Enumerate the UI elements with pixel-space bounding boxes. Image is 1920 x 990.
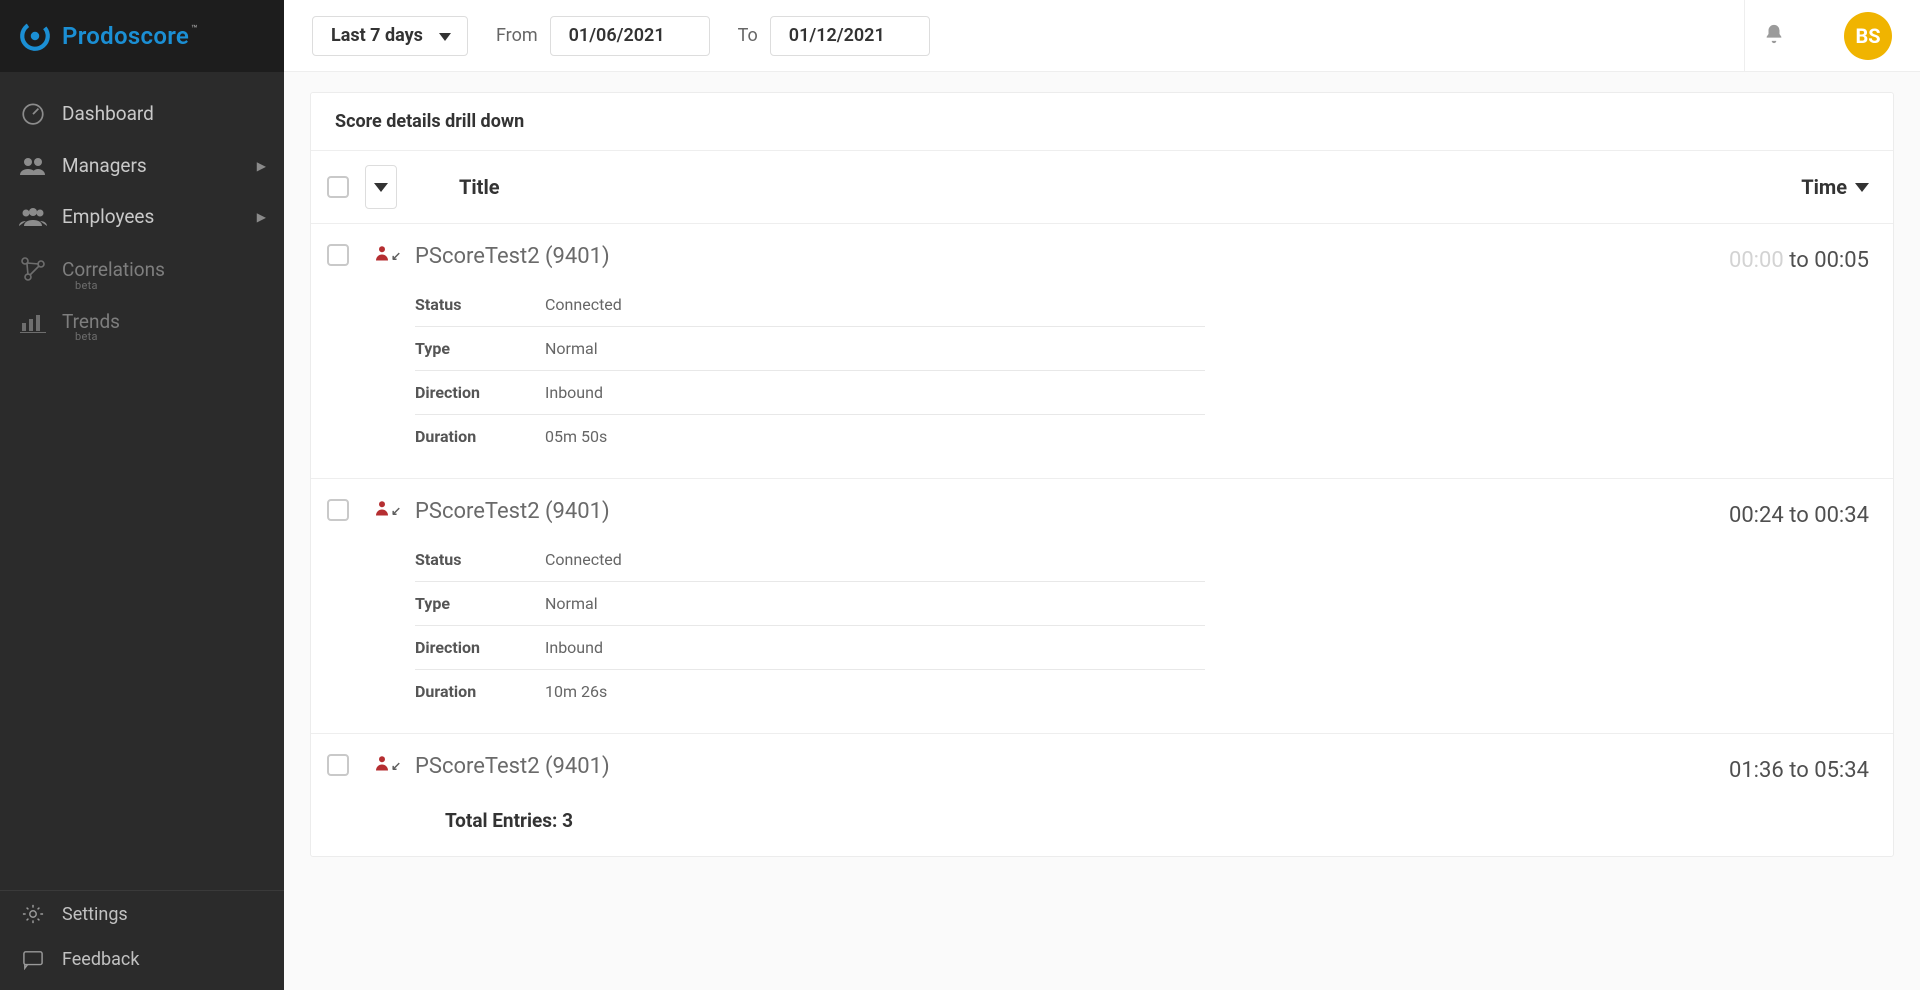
label-type: Type [415,594,545,613]
value-status: Connected [545,550,622,569]
topbar: Last 7 days From 01/06/2021 To 01/12/202… [284,0,1920,72]
chevron-right-icon: ▶ [257,159,266,173]
col-title: Title [459,175,500,199]
user-avatar[interactable]: BS [1844,12,1892,60]
date-range-label: Last 7 days [331,25,423,46]
row-title[interactable]: PScoreTest2 (9401) [415,754,1713,779]
sidebar-item-feedback[interactable]: Feedback [0,937,284,982]
date-to-input[interactable]: 01/12/2021 [770,16,930,56]
sidebar-nav: Dashboard Managers ▶ Employees ▶ Correla… [0,72,284,890]
panel-title: Score details drill down [311,93,1893,151]
sort-desc-icon [1855,183,1869,192]
call-inbound-icon: ↙ [365,499,399,517]
sidebar-item-correlations[interactable]: Correlations beta [0,242,284,296]
gear-icon [18,903,48,925]
value-status: Connected [545,295,622,314]
sidebar-item-managers[interactable]: Managers ▶ [0,140,284,191]
date-range-select[interactable]: Last 7 days [312,16,468,56]
value-direction: Inbound [545,383,603,402]
value-type: Normal [545,594,598,613]
row-details: StatusConnected TypeNormal DirectionInbo… [415,283,1205,458]
sidebar-item-employees[interactable]: Employees ▶ [0,191,284,242]
row-main: PScoreTest2 (9401) StatusConnected TypeN… [415,499,1713,733]
sidebar-bottom: Settings Feedback [0,890,284,990]
avatar-initials: BS [1855,24,1880,48]
chat-icon [18,950,48,970]
from-label: From [496,25,538,46]
sidebar-item-trends[interactable]: Trends beta [0,296,284,347]
table-row: ↙ PScoreTest2 (9401) 01:36 to 05:34 [311,734,1893,797]
label-type: Type [415,339,545,358]
caret-down-icon [374,183,388,192]
call-inbound-icon: ↙ [365,244,399,262]
brand-bar: Prodoscore™ [0,0,284,72]
label-status: Status [415,295,545,314]
beta-badge: beta [75,330,98,343]
row-time: 01:36 to 05:34 [1729,754,1869,783]
select-all-checkbox[interactable] [327,176,349,198]
value-type: Normal [545,339,598,358]
date-from-group: From 01/06/2021 [496,16,710,56]
people-icon [18,155,48,177]
label-duration: Duration [415,682,545,701]
total-entries: Total Entries: 3 [311,797,1893,856]
people-group-icon [18,206,48,228]
date-to-group: To 01/12/2021 [738,16,930,56]
sidebar-item-label: Employees [62,205,154,228]
label-status: Status [415,550,545,569]
table-row: ↙ PScoreTest2 (9401) StatusConnected Typ… [311,479,1893,734]
row-title[interactable]: PScoreTest2 (9401) [415,244,1713,269]
sidebar-item-settings[interactable]: Settings [0,891,284,937]
bell-icon [1763,23,1785,49]
brand-name: Prodoscore™ [62,22,198,50]
row-time: 00:00 to 00:05 [1729,244,1869,273]
table-head: Title Time [311,151,1893,224]
row-main: PScoreTest2 (9401) [415,754,1713,797]
sidebar-item-dashboard[interactable]: Dashboard [0,86,284,140]
label-direction: Direction [415,638,545,657]
row-title[interactable]: PScoreTest2 (9401) [415,499,1713,524]
sidebar: Prodoscore™ Dashboard Managers ▶ Employe… [0,0,284,990]
value-duration: 10m 26s [545,682,607,701]
table-row: ↙ PScoreTest2 (9401) StatusConnected Typ… [311,224,1893,479]
row-main: PScoreTest2 (9401) StatusConnected TypeN… [415,244,1713,478]
sidebar-item-label: Feedback [62,949,139,970]
value-duration: 05m 50s [545,427,607,446]
col-time-sort[interactable]: Time [1801,175,1869,199]
value-direction: Inbound [545,638,603,657]
to-label: To [738,25,758,46]
row-time: 00:24 to 00:34 [1729,499,1869,528]
label-duration: Duration [415,427,545,446]
beta-badge: beta [75,279,98,292]
date-from-input[interactable]: 01/06/2021 [550,16,710,56]
gauge-icon [18,100,48,126]
drilldown-card: Score details drill down Title Time ↙ [310,92,1894,857]
row-details: StatusConnected TypeNormal DirectionInbo… [415,538,1205,713]
row-checkbox[interactable] [327,244,349,266]
label-direction: Direction [415,383,545,402]
sidebar-item-label: Settings [62,904,128,925]
call-inbound-icon: ↙ [365,754,399,772]
bar-chart-icon [18,311,48,333]
chevron-right-icon: ▶ [257,210,266,224]
row-checkbox[interactable] [327,499,349,521]
sidebar-item-label: Correlations [62,258,165,281]
content: Score details drill down Title Time ↙ [284,72,1920,877]
main: Last 7 days From 01/06/2021 To 01/12/202… [284,0,1920,990]
row-checkbox[interactable] [327,754,349,776]
nodes-icon [18,256,48,282]
expand-all-toggle[interactable] [365,165,397,209]
notifications-button[interactable] [1744,0,1802,72]
sidebar-item-label: Dashboard [62,102,154,125]
logo-icon [18,19,52,53]
sidebar-item-label: Managers [62,154,147,177]
col-time-label: Time [1801,175,1847,199]
